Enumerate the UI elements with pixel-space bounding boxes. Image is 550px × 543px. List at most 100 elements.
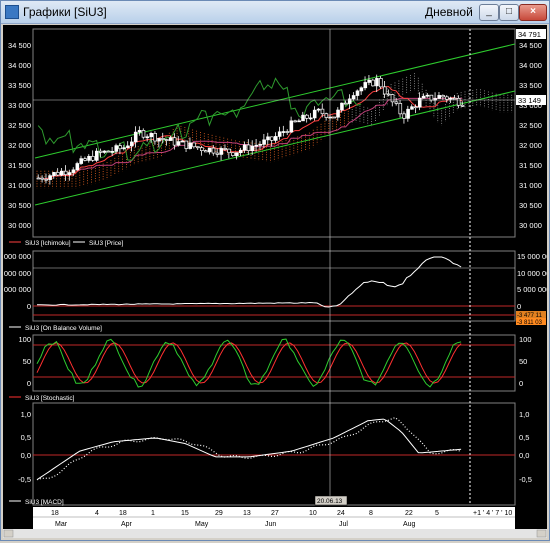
candle-body [192,142,196,148]
chart-canvas[interactable]: 34 500 34 000 33 500 33 000 32 500 32 00… [3,25,550,538]
price-ytick-left: 32 500 [8,121,31,130]
scroll-left-button[interactable] [3,529,14,538]
candle-body [110,150,115,153]
candle-body [67,172,72,175]
candle-body [336,109,340,118]
stoch-ytick-right: 100 [519,335,532,344]
candle-body [87,155,91,161]
price-ytick-right: 31 500 [519,161,542,170]
candle-body [258,144,263,146]
xaxis-day: 4 [95,510,99,517]
candle-body [56,172,60,176]
candle-body [379,78,383,88]
xaxis-day: 29 [215,510,223,517]
xaxis-month: Aug [403,521,416,528]
macd-ytick-right: 0,0 [519,451,529,460]
xaxis-day: 5 [435,510,439,517]
candle-body [456,98,461,106]
macd-ytick-left: 0,5 [21,433,31,442]
obv-ytick-right: 15 000 000 [517,252,547,261]
candle-body [227,148,231,154]
candle-body [382,86,387,95]
obv-pane-frame [32,250,516,322]
channel-lower-line [34,90,516,206]
macd-ytick-right: 1,0 [519,410,529,419]
candle-body [390,94,395,103]
xaxis-month: Jun [265,521,276,528]
candle-body [421,95,426,99]
candle-body [297,120,301,123]
candle-body [281,131,286,133]
candle-body [83,158,87,161]
candle-body [95,150,99,161]
candle-body [363,82,368,89]
app-icon [5,5,19,19]
candle-body [285,131,290,133]
candle-body [133,131,138,143]
candle-body [98,150,103,153]
candle-body [437,95,442,99]
macd-ytick-left: 1,0 [21,410,31,419]
candle-body [425,94,430,97]
cursor-date: 20.06.13 [317,498,343,505]
close-button[interactable]: × [519,4,547,21]
candle-body [176,141,181,146]
candle-body [449,97,453,100]
candle-body [375,78,379,87]
candle-body [211,147,216,154]
xaxis-month: Apr [121,521,133,528]
candle-body [445,96,449,100]
stoch-k-line [36,338,462,388]
candle-body [242,144,247,151]
candle-body [161,138,165,140]
minimize-button[interactable]: _ [479,4,499,21]
candle-body [157,138,161,142]
scroll-right-button[interactable] [536,529,547,538]
candle-body [231,152,235,156]
obv-line [36,256,462,308]
xaxis-day: 1 [151,510,155,517]
candle-body [215,152,220,155]
candle-body [305,114,309,119]
candle-body [223,148,228,150]
candle-body [172,137,177,146]
candle-body [79,158,84,164]
price-ytick-right: 31 000 [519,181,542,190]
price-ytick-right: 30 500 [519,201,542,210]
candle-body [91,155,95,161]
xaxis-day: 18 [51,510,59,517]
candle-body [309,117,313,120]
obv-ytick-left: 000 000 [4,252,31,261]
stoch-ytick-left: 50 [23,357,31,366]
price-candles [36,74,465,185]
candle-body [40,177,45,180]
candle-body [36,177,41,180]
xaxis-month: May [195,521,209,528]
candle-body [254,144,259,147]
price-top-label: 34 791 [518,30,541,39]
xaxis-day: 13 [243,510,251,517]
candle-body [324,113,329,118]
chart-area[interactable]: 34 500 34 000 33 500 33 000 32 500 32 00… [3,25,550,538]
candle-body [75,163,80,171]
candle-body [153,133,157,142]
maximize-button[interactable]: □ [499,4,519,21]
candle-body [320,108,325,115]
candle-body [344,102,348,105]
title-bar[interactable]: Графики [SiU3] Дневной _ □ × [1,1,549,24]
candle-body [340,102,344,111]
candle-body [238,149,243,154]
ichimoku-cloud [36,73,513,189]
candle-body [102,150,107,153]
macd-signal-line [36,416,462,481]
candle-body [414,106,418,109]
price-pane-frame [32,28,516,238]
price-ytick-right: 32 000 [519,141,542,150]
period-label[interactable]: Дневной [425,5,473,19]
price-ytick-left: 31 500 [8,161,31,170]
candle-body [270,136,274,141]
xaxis-day: 24 [337,510,345,517]
macd-ytick-left: -0,5 [18,475,31,484]
candle-body [145,136,150,139]
horizontal-scrollbar[interactable] [3,529,547,538]
